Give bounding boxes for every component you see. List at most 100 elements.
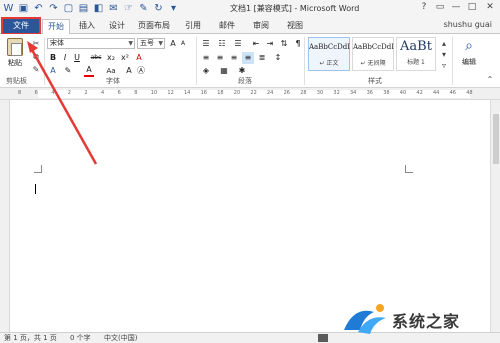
editing-button[interactable]: ⌕ 编辑 bbox=[458, 38, 480, 74]
ruler-number: 12 bbox=[167, 90, 174, 96]
copy-icon[interactable]: ⧉ bbox=[30, 51, 42, 63]
crop-mark-top-left bbox=[34, 165, 42, 173]
undo-icon[interactable]: ↶ bbox=[32, 2, 45, 15]
print-preview-icon[interactable]: ◧ bbox=[92, 2, 105, 15]
style-normal-label: ↵ 正文 bbox=[319, 60, 339, 67]
enclose-char-icon[interactable]: Ⓐ bbox=[136, 65, 146, 77]
user-account[interactable]: shushu guai bbox=[444, 20, 492, 29]
tab-file[interactable]: 文件 bbox=[1, 17, 41, 35]
ruler-number: 36 bbox=[366, 90, 373, 96]
paste-button[interactable]: 粘贴 bbox=[4, 38, 26, 74]
format-painter-icon[interactable]: ✎ bbox=[137, 2, 150, 15]
divider bbox=[304, 37, 305, 85]
font-group-label: 字体 bbox=[106, 77, 120, 85]
align-left-icon[interactable]: ≡ bbox=[200, 52, 212, 64]
page-count[interactable]: 第 1 页，共 1 页 bbox=[4, 333, 57, 343]
email-icon[interactable]: ✉ bbox=[107, 2, 120, 15]
ruler-number: 26 bbox=[283, 90, 290, 96]
line-spacing-icon[interactable]: ↕ bbox=[272, 52, 284, 64]
watermark-logo-icon bbox=[344, 304, 386, 334]
window-title: 文档1 [兼容模式] - Microsoft Word bbox=[230, 4, 360, 13]
ribbon-tabs: 文件 开始 插入 设计 页面布局 引用 邮件 审阅 视图 shushu guai bbox=[0, 17, 500, 35]
ruler-number: 34 bbox=[350, 90, 357, 96]
minimize-button[interactable]: — bbox=[448, 0, 464, 15]
maximize-button[interactable]: □ bbox=[464, 0, 480, 15]
customize-qat-icon[interactable]: ▾ bbox=[167, 2, 180, 15]
cut-icon[interactable]: ✂ bbox=[30, 38, 42, 50]
style-heading-1[interactable]: AaBt 标题 1 bbox=[396, 37, 436, 71]
ruler-number: 4 bbox=[51, 90, 55, 96]
format-painter-icon[interactable]: ✎ bbox=[30, 64, 42, 76]
editing-label: 编辑 bbox=[462, 58, 476, 66]
highlight-icon[interactable]: ✎ bbox=[62, 65, 74, 77]
touch-mode-icon[interactable]: ☞ bbox=[122, 2, 135, 15]
align-center-icon[interactable]: ≡ bbox=[214, 52, 226, 64]
style-no-spacing[interactable]: AaBbCcDdI ↵ 无间隔 bbox=[352, 37, 394, 71]
collapse-ribbon-icon[interactable]: ⌃ bbox=[484, 74, 496, 86]
font-size-combo[interactable]: 五号 ▼ bbox=[137, 38, 165, 49]
tab-review[interactable]: 审阅 bbox=[248, 19, 274, 34]
style-normal[interactable]: AaBbCcDdI ↵ 正文 bbox=[308, 37, 350, 71]
ruler-number: 42 bbox=[416, 90, 423, 96]
style-no-spacing-label: ↵ 无间隔 bbox=[360, 60, 386, 67]
borders-icon[interactable]: ▦ bbox=[218, 65, 230, 77]
tab-insert[interactable]: 插入 bbox=[74, 19, 100, 34]
strikethrough-button[interactable]: abc bbox=[88, 52, 104, 64]
tab-view[interactable]: 视图 bbox=[282, 19, 308, 34]
word-count[interactable]: 0 个字 bbox=[70, 333, 91, 343]
save-icon[interactable]: ▣ bbox=[17, 2, 30, 15]
styles-more-icon[interactable]: ▿ bbox=[438, 60, 450, 72]
sort-icon[interactable]: ⇅ bbox=[278, 38, 290, 50]
font-size-value: 五号 bbox=[140, 39, 154, 47]
bold-button[interactable]: B bbox=[48, 52, 58, 64]
font-color-button[interactable]: A bbox=[84, 65, 94, 77]
justify-icon[interactable]: ≡ bbox=[242, 52, 254, 64]
open-icon[interactable]: ▤ bbox=[77, 2, 90, 15]
paste-icon bbox=[7, 38, 23, 56]
numbering-icon[interactable]: ☷ bbox=[216, 38, 228, 50]
vertical-ruler[interactable] bbox=[0, 100, 10, 332]
tab-page-layout[interactable]: 页面布局 bbox=[134, 19, 174, 34]
increase-indent-icon[interactable]: ⇥ bbox=[264, 38, 276, 50]
clear-format-button[interactable]: A bbox=[134, 52, 144, 64]
multilevel-list-icon[interactable]: ☰ bbox=[232, 38, 244, 50]
tab-design[interactable]: 设计 bbox=[104, 19, 130, 34]
shrink-font-button[interactable]: A bbox=[178, 38, 188, 50]
italic-button[interactable]: I bbox=[60, 52, 70, 64]
help-button[interactable]: ? bbox=[416, 0, 432, 15]
distributed-icon[interactable]: ≣ bbox=[256, 52, 268, 64]
shading-icon[interactable]: ◈ bbox=[200, 65, 212, 77]
style-heading-1-label: 标题 1 bbox=[407, 59, 425, 66]
scrollbar-thumb[interactable] bbox=[493, 114, 499, 164]
close-button[interactable]: ✕ bbox=[480, 0, 500, 15]
decrease-indent-icon[interactable]: ⇤ bbox=[250, 38, 262, 50]
document-page[interactable] bbox=[10, 100, 490, 332]
grow-font-button[interactable]: A bbox=[168, 38, 178, 50]
horizontal-ruler[interactable]: 8 6 4 2 2 4 6 8 10 12 14 16 18 20 22 24 26 28 30 32 34 36 38 40… bbox=[0, 88, 500, 100]
redo-icon[interactable]: ↷ bbox=[47, 2, 60, 15]
char-shading-icon[interactable]: A bbox=[124, 65, 134, 77]
binoculars-icon: ⌕ bbox=[465, 38, 473, 54]
vertical-scrollbar[interactable] bbox=[490, 100, 500, 332]
font-name-combo[interactable]: 宋体 ▼ bbox=[47, 38, 135, 49]
read-mode-icon[interactable] bbox=[318, 334, 328, 342]
new-doc-icon[interactable]: ▢ bbox=[62, 2, 75, 15]
refresh-icon[interactable]: ↻ bbox=[152, 2, 165, 15]
superscript-button[interactable]: x² bbox=[120, 52, 130, 64]
tab-mailings[interactable]: 邮件 bbox=[214, 19, 240, 34]
style-no-spacing-preview: AaBbCcDdI bbox=[353, 43, 394, 51]
tab-home[interactable]: 开始 bbox=[42, 19, 70, 34]
show-marks-icon[interactable]: ¶ bbox=[292, 38, 304, 50]
subscript-button[interactable]: x₂ bbox=[106, 52, 116, 64]
language-indicator[interactable]: 中文(中国) bbox=[104, 333, 137, 343]
text-effects-icon[interactable]: A bbox=[48, 65, 58, 77]
ribbon-display-button[interactable]: ▭ bbox=[432, 0, 448, 15]
ruler-number: 30 bbox=[316, 90, 324, 96]
bullets-icon[interactable]: ☰ bbox=[200, 38, 212, 50]
chevron-down-icon: ▼ bbox=[128, 40, 133, 47]
align-right-icon[interactable]: ≡ bbox=[228, 52, 240, 64]
ruler-number: 2 bbox=[67, 90, 71, 96]
ruler-number: 16 bbox=[200, 90, 207, 96]
tab-references[interactable]: 引用 bbox=[180, 19, 206, 34]
underline-button[interactable]: U bbox=[72, 52, 82, 64]
